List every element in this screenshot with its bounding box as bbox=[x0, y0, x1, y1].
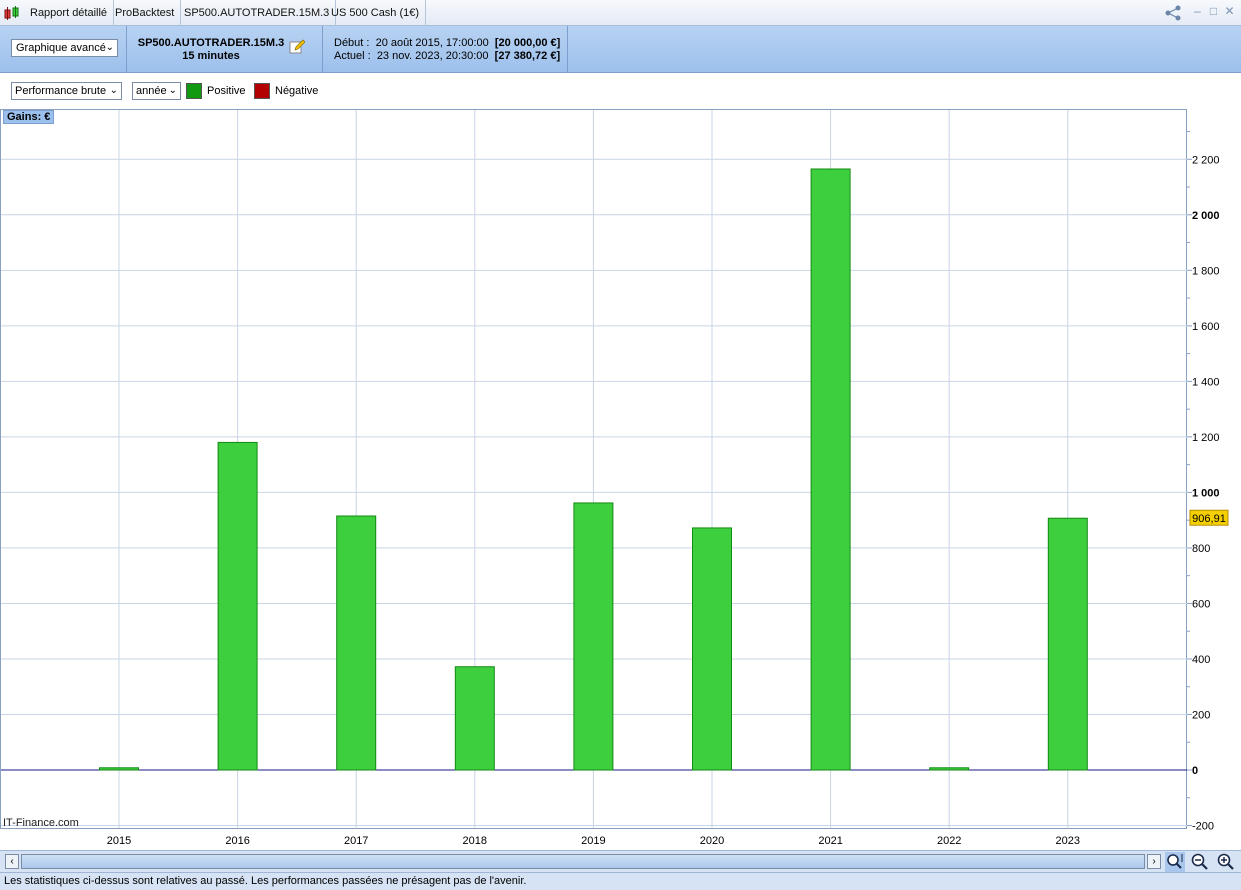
y-tick-label: 0 bbox=[1192, 765, 1198, 777]
x-tick-label: 2017 bbox=[344, 835, 368, 847]
y-axis-label: Gains: € bbox=[3, 110, 55, 124]
zoom-out-icon[interactable] bbox=[1190, 852, 1210, 872]
y-tick-label: 600 bbox=[1192, 598, 1210, 610]
current-label: Actuel : bbox=[334, 50, 371, 62]
start-date: 20 août 2015, 17:00:00 bbox=[375, 37, 489, 49]
x-tick-label: 2018 bbox=[463, 835, 487, 847]
chevron-down-icon: ⌄ bbox=[105, 42, 114, 53]
disclaimer-footer: Les statistiques ci-dessus sont relative… bbox=[0, 872, 1241, 890]
current-date: 23 nov. 2023, 20:30:00 bbox=[376, 50, 489, 62]
maximize-icon[interactable]: □ bbox=[1207, 5, 1220, 18]
view-mode-select[interactable]: Graphique avancé ⌄ bbox=[11, 39, 118, 57]
zoom-in-icon[interactable] bbox=[1216, 852, 1236, 872]
y-tick-label: 200 bbox=[1192, 709, 1210, 721]
bar-2019[interactable] bbox=[573, 502, 614, 771]
watermark: IT-Finance.com bbox=[3, 817, 79, 829]
bar-2017[interactable] bbox=[336, 515, 377, 771]
close-icon[interactable]: ✕ bbox=[1223, 5, 1236, 18]
x-tick-label: 2019 bbox=[581, 835, 605, 847]
tab-rapport-detaille[interactable]: Rapport détaillé bbox=[24, 0, 115, 26]
negative-swatch[interactable] bbox=[254, 83, 270, 99]
current-date-row: Actuel : 23 nov. 2023, 20:30:00 [27 380,… bbox=[334, 50, 560, 62]
share-icon[interactable] bbox=[1164, 5, 1184, 21]
x-tick-label: 2022 bbox=[937, 835, 961, 847]
y-tick-label: 1 400 bbox=[1192, 376, 1220, 388]
period-value: année bbox=[136, 85, 167, 97]
y-tick-label: -200 bbox=[1192, 821, 1214, 833]
divider bbox=[567, 26, 568, 72]
title-bar: Rapport détaillé ProBacktest SP500.AUTOT… bbox=[0, 0, 1241, 26]
last-value-label: 906,91 bbox=[1192, 513, 1226, 525]
bar-2020[interactable] bbox=[692, 527, 732, 771]
bar-2022[interactable] bbox=[929, 767, 970, 771]
yearly-gains-bar-chart: -200 0 200 400 600 800 1 000 1 200 1 400 1 600 1 8… bbox=[0, 109, 1229, 847]
current-capital: [27 380,72 €] bbox=[494, 50, 561, 62]
scroll-left-button[interactable]: ‹ bbox=[5, 854, 19, 869]
scroll-thumb[interactable] bbox=[21, 854, 1145, 869]
candlestick-app-icon bbox=[4, 6, 19, 20]
x-tick-label: 2020 bbox=[700, 835, 724, 847]
tab-instrument[interactable]: US 500 Cash (1€) bbox=[325, 0, 427, 26]
y-tick-label: 1 200 bbox=[1192, 432, 1220, 444]
y-tick-label: 2 000 bbox=[1192, 210, 1220, 222]
edit-pencil-icon[interactable] bbox=[289, 39, 305, 55]
y-tick-label: 1 000 bbox=[1192, 487, 1220, 499]
horizontal-scrollbar: ‹ › bbox=[0, 850, 1241, 872]
start-label: Début : bbox=[334, 37, 370, 49]
tab-probacktest[interactable]: ProBacktest bbox=[109, 0, 182, 26]
negative-label: Négative bbox=[275, 85, 319, 97]
system-timeframe: 15 minutes bbox=[182, 50, 240, 62]
x-tick-label: 2015 bbox=[107, 835, 131, 847]
positive-swatch[interactable] bbox=[186, 83, 202, 99]
start-capital: [20 000,00 €] bbox=[494, 37, 561, 49]
bar-2015[interactable] bbox=[99, 767, 139, 771]
y-tick-label: 1 800 bbox=[1192, 265, 1220, 277]
system-name: SP500.AUTOTRADER.15M.3 bbox=[137, 37, 285, 49]
zoom-fit-icon[interactable] bbox=[1165, 852, 1185, 872]
bar-2016[interactable] bbox=[217, 441, 258, 771]
scroll-right-button[interactable]: › bbox=[1147, 854, 1161, 869]
chevron-down-icon: ⌄ bbox=[168, 85, 177, 96]
y-tick-label: 400 bbox=[1192, 654, 1210, 666]
chart-options-bar: Performance brute ⌄ année ⌄ Positive Nég… bbox=[0, 73, 1241, 109]
y-tick-label: 800 bbox=[1192, 543, 1210, 555]
backtest-header: Graphique avancé ⌄ SP500.AUTOTRADER.15M.… bbox=[0, 26, 1241, 73]
metric-select[interactable]: Performance brute ⌄ bbox=[11, 82, 122, 100]
minimize-icon[interactable]: – bbox=[1191, 5, 1204, 18]
view-mode-value: Graphique avancé bbox=[16, 42, 106, 54]
chevron-down-icon: ⌄ bbox=[109, 85, 118, 96]
x-tick-label: 2021 bbox=[818, 835, 842, 847]
tab-system[interactable]: SP500.AUTOTRADER.15M.3 bbox=[178, 0, 337, 26]
x-tick-label: 2016 bbox=[225, 835, 249, 847]
start-date-row: Début : 20 août 2015, 17:00:00 [20 000,0… bbox=[334, 37, 560, 49]
bar-2021[interactable] bbox=[810, 168, 851, 771]
divider bbox=[126, 26, 127, 72]
divider bbox=[322, 26, 323, 72]
metric-value: Performance brute bbox=[15, 85, 107, 97]
bar-2018[interactable] bbox=[454, 666, 495, 771]
bar-2023[interactable] bbox=[1047, 517, 1088, 771]
y-tick-label: 1 600 bbox=[1192, 321, 1220, 333]
period-select[interactable]: année ⌄ bbox=[132, 82, 181, 100]
y-tick-label: 2 200 bbox=[1192, 154, 1220, 166]
x-tick-label: 2023 bbox=[1056, 835, 1080, 847]
positive-label: Positive bbox=[207, 85, 246, 97]
